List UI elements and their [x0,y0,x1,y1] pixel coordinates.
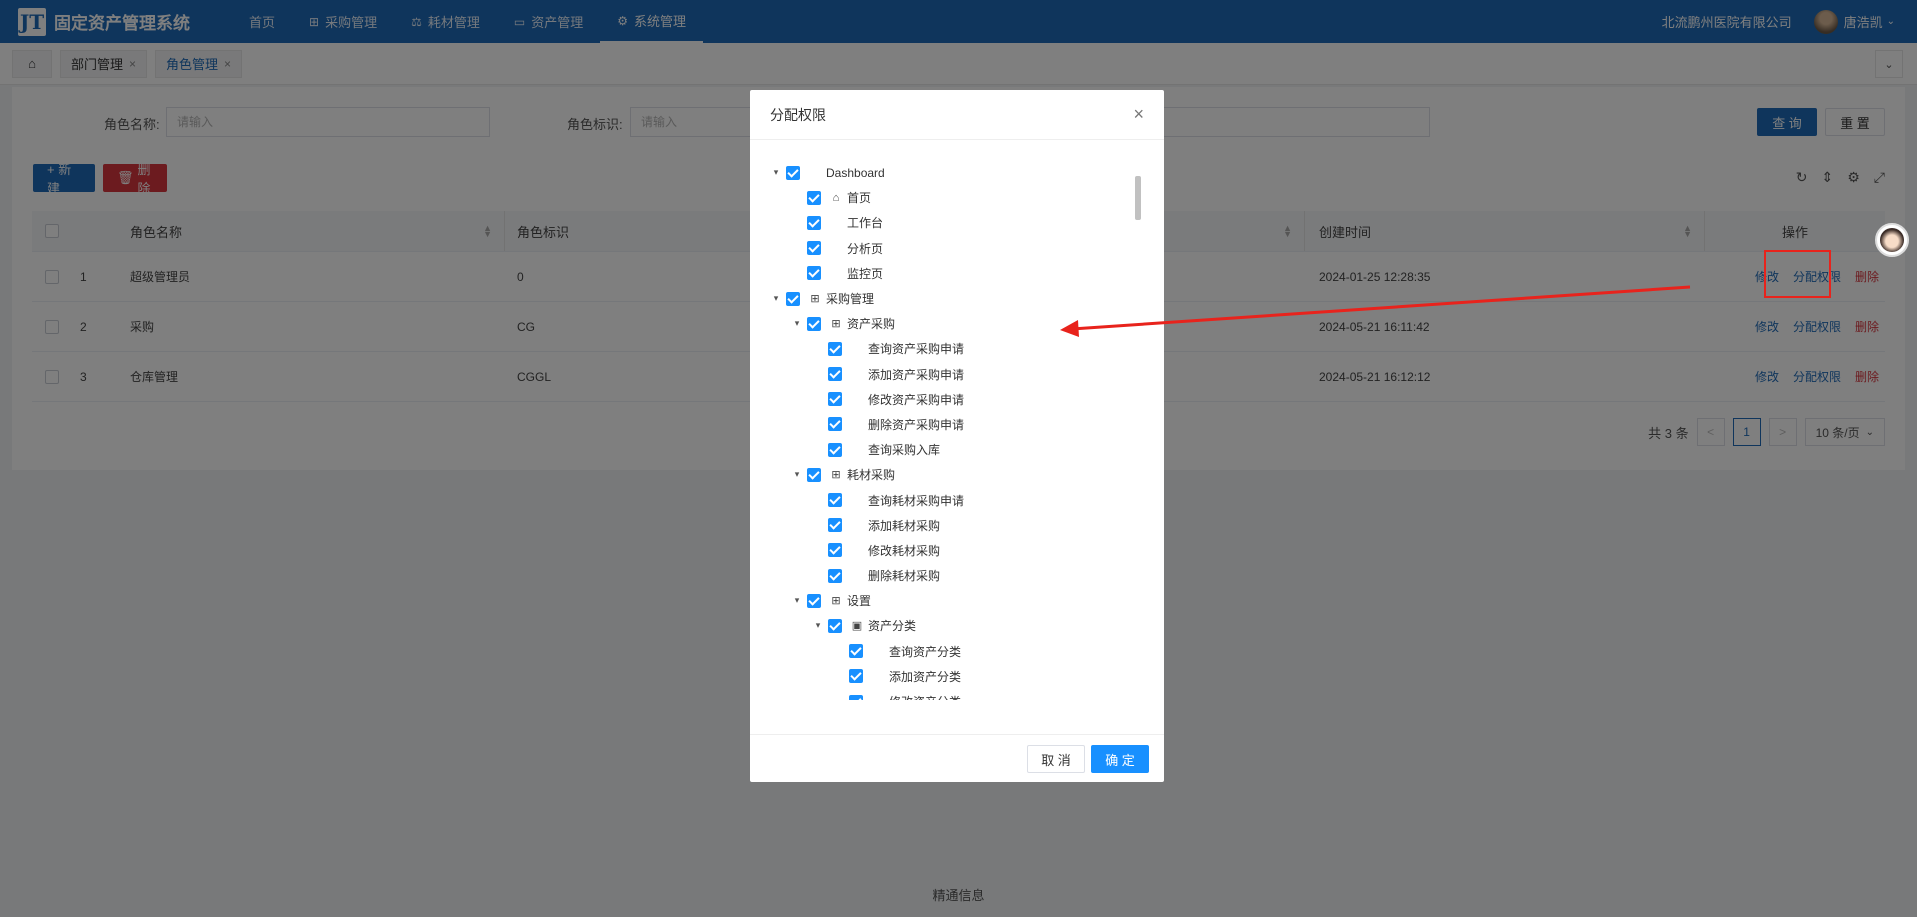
tree-node[interactable]: ▾监控页 [770,261,1145,286]
tree-node-label: 查询资产分类 [889,644,962,659]
square-icon: ▣ [851,620,863,633]
tree-node-label: 工作台 [847,216,884,231]
avatar-face-icon [1880,228,1904,252]
caret-down-icon[interactable]: ▾ [770,167,782,178]
assign-permission-dialog: 分配权限 × ▾Dashboard▾⌂首页▾工作台▾分析页▾监控页▾⊞采购管理▾… [750,90,1164,782]
dialog-title: 分配权限 [770,106,826,123]
tree-node-label: 首页 [847,191,872,206]
tree-node-checkbox[interactable] [828,618,842,633]
caret-down-icon[interactable]: ▾ [791,469,803,480]
confirm-button[interactable]: 确 定 [1091,745,1149,773]
assistant-avatar[interactable] [1875,223,1909,257]
tree-node[interactable]: ▾ ⊞ 资产采购 [770,311,1145,336]
tree-node-checkbox[interactable] [807,593,821,608]
tree-node-checkbox[interactable] [807,316,821,331]
permission-tree: ▾Dashboard▾⌂首页▾工作台▾分析页▾监控页▾⊞采购管理▾⊞资产采购▾查… [770,160,1145,700]
tree-scrollbar[interactable] [1135,168,1141,728]
tree-node-label: 修改资产采购申请 [868,392,965,407]
tree-node-checkbox[interactable] [807,215,821,230]
tree-node-checkbox[interactable] [828,417,842,432]
tree-node-label: 查询耗材采购申请 [868,493,965,508]
tree-node-checkbox[interactable] [807,266,821,281]
grid-icon: ⊞ [831,318,841,331]
tree-node[interactable]: ▾修改资产分类 [770,689,1145,700]
dialog-header: 分配权限 × [750,90,1164,140]
tree-node[interactable]: ▾⌂首页 [770,185,1145,210]
tree-node[interactable]: ▾查询采购入库 [770,437,1145,462]
tree-node-label: 添加耗材采购 [868,518,941,533]
tree-node-checkbox[interactable] [828,493,842,508]
tree-node-label: Dashboard [826,165,885,180]
tree-node-label: 修改资产分类 [889,693,961,700]
tree-node-checkbox[interactable] [849,669,863,684]
tree-node[interactable]: ▾ ⊞ 耗材采购 [770,462,1145,487]
tree-node-checkbox[interactable] [807,241,821,256]
tree-node[interactable]: ▾工作台 [770,210,1145,235]
tree-node-label: 分析页 [847,241,884,256]
tree-node[interactable]: ▾查询资产采购申请 [770,336,1145,361]
tree-node-label: 添加资产分类 [889,669,962,684]
tree-node-label: 删除资产采购申请 [868,417,965,432]
tree-node[interactable]: ▾修改资产采购申请 [770,387,1145,412]
tree-node[interactable]: ▾分析页 [770,236,1145,261]
tree-node-checkbox[interactable] [828,392,842,407]
tree-node-label: 资产采购 [847,317,896,332]
tree-node-checkbox[interactable] [828,442,842,457]
annotation-highlight-box [1764,250,1831,298]
tree-node[interactable]: ▾添加耗材采购 [770,513,1145,538]
tree-node-checkbox[interactable] [828,518,842,533]
tree-node-checkbox[interactable] [807,467,821,482]
tree-node[interactable]: ▾删除资产采购申请 [770,412,1145,437]
tree-node[interactable]: ▾删除耗材采购 [770,563,1145,588]
tree-node-label: 监控页 [847,266,884,281]
caret-down-icon[interactable]: ▾ [791,595,803,606]
tree-node[interactable]: ▾ ▣ 资产分类 [770,613,1145,638]
tree-node-label: 删除耗材采购 [868,569,941,584]
tree-node-checkbox[interactable] [828,543,842,558]
tree-node-label: 查询采购入库 [868,443,941,458]
tree-node-label: 采购管理 [826,292,875,307]
close-icon[interactable]: × [1133,104,1144,125]
tree-node[interactable]: ▾ ⊞ 设置 [770,588,1145,613]
grid-icon: ⊞ [831,469,841,482]
tree-node[interactable]: ▾修改耗材采购 [770,538,1145,563]
tree-node-label: 查询资产采购申请 [868,342,965,357]
tree-node-label: 耗材采购 [847,468,896,483]
tree-node[interactable]: ▾ Dashboard [770,160,1145,185]
tree-node-checkbox[interactable] [828,568,842,583]
scroll-thumb[interactable] [1135,176,1141,220]
grid-icon: ⊞ [810,293,820,306]
dialog-footer: 取 消 确 定 [750,734,1164,782]
caret-down-icon[interactable]: ▾ [791,318,803,329]
tree-node-label: 修改耗材采购 [868,543,941,558]
tree-node-checkbox[interactable] [786,291,800,306]
tree-node-label: 资产分类 [868,619,917,634]
tree-node[interactable]: ▾添加资产采购申请 [770,362,1145,387]
tree-node-checkbox[interactable] [849,644,863,659]
caret-down-icon[interactable]: ▾ [770,293,782,304]
grid-icon: ⊞ [831,595,841,608]
tree-node[interactable]: ▾添加资产分类 [770,664,1145,689]
cancel-button[interactable]: 取 消 [1027,745,1085,773]
tree-node[interactable]: ▾查询资产分类 [770,639,1145,664]
caret-down-icon[interactable]: ▾ [812,620,824,631]
tree-node-checkbox[interactable] [828,341,842,356]
home-icon: ⌂ [832,191,840,204]
tree-node[interactable]: ▾ ⊞ 采购管理 [770,286,1145,311]
tree-node-checkbox[interactable] [828,367,842,382]
tree-node-label: 设置 [847,594,872,609]
tree-node-checkbox[interactable] [786,165,800,180]
tree-node-label: 添加资产采购申请 [868,367,965,382]
tree-node-checkbox[interactable] [849,694,863,700]
tree-node[interactable]: ▾查询耗材采购申请 [770,487,1145,512]
tree-node-checkbox[interactable] [807,190,821,205]
